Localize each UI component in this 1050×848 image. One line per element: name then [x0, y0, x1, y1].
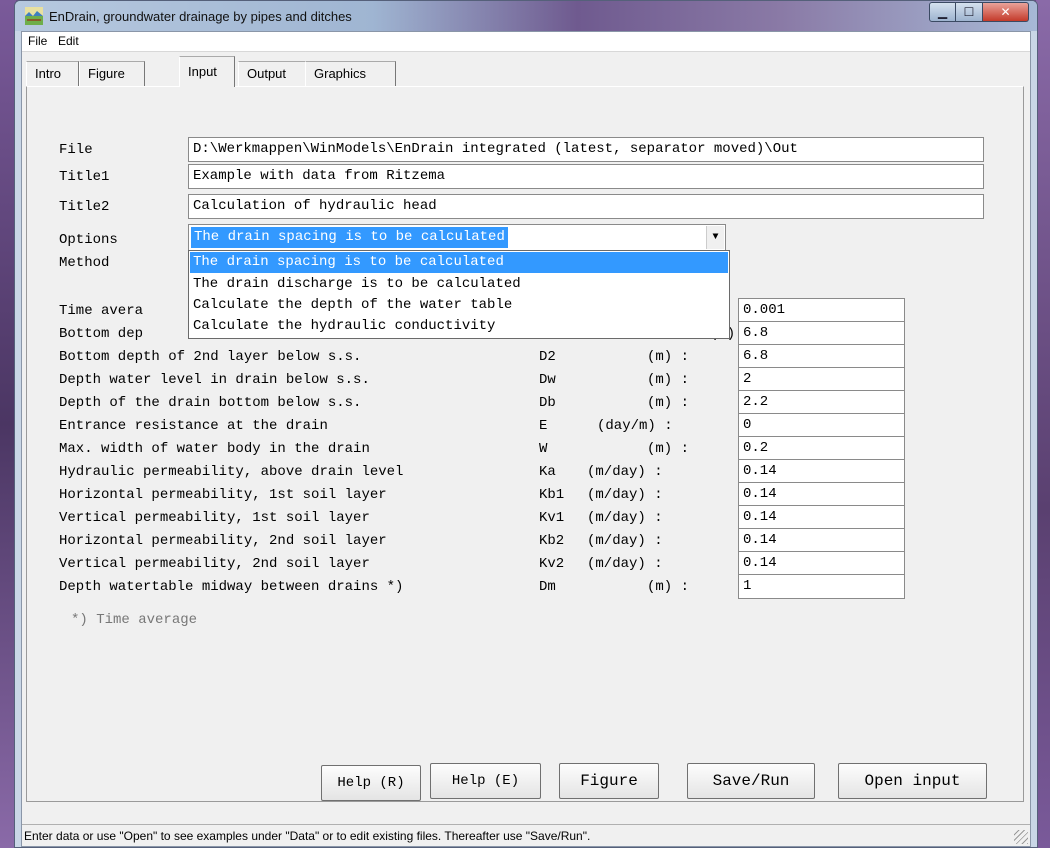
window-title: EnDrain, groundwater drainage by pipes a… — [49, 9, 352, 24]
dropdown-option[interactable]: The drain spacing is to be calculated — [190, 252, 728, 273]
footnote: *) Time average — [71, 612, 198, 628]
param-unit: (m/day) : — [587, 464, 663, 480]
resize-grip-icon[interactable] — [1014, 830, 1028, 844]
param-symbol: E — [539, 418, 548, 434]
param-symbol: D2 — [539, 349, 556, 365]
options-dropdown-list: The drain spacing is to be calculated Th… — [188, 250, 730, 339]
dropdown-option[interactable]: Calculate the depth of the water table — [190, 295, 728, 316]
param-unit: (m/day) : — [587, 556, 663, 572]
param-label: Depth watertable midway between drains *… — [59, 579, 404, 595]
param-symbol: Db — [539, 395, 556, 411]
title1-label: Title1 — [59, 169, 110, 185]
chevron-down-icon[interactable]: ▼ — [706, 226, 724, 249]
status-bar: Enter data or use "Open" to see examples… — [22, 824, 1030, 846]
param-value-field[interactable]: 0.14 — [738, 551, 905, 576]
minimize-button[interactable]: ▁ — [929, 2, 956, 22]
param-unit: (day/m) : — [597, 418, 673, 434]
param-unit: (m) : — [647, 441, 690, 457]
param-label: Time avera — [59, 303, 144, 319]
param-symbol: Kb2 — [539, 533, 565, 549]
tab-input[interactable]: Input — [179, 56, 235, 87]
param-symbol: Kb1 — [539, 487, 565, 503]
param-symbol: Kv2 — [539, 556, 565, 572]
figure-button[interactable]: Figure — [559, 763, 659, 799]
param-unit: (m/day) : — [587, 510, 663, 526]
tab-graphics[interactable]: Graphics — [305, 61, 396, 86]
param-unit: (m/day) : — [587, 487, 663, 503]
param-value-field[interactable]: 0.14 — [738, 482, 905, 507]
options-selected-value: The drain spacing is to be calculated — [191, 227, 508, 248]
param-label: Depth water level in drain below s.s. — [59, 372, 370, 388]
param-label: Bottom depth of 2nd layer below s.s. — [59, 349, 362, 365]
param-symbol: Ka — [539, 464, 556, 480]
param-symbol: Kv1 — [539, 510, 565, 526]
save-run-button[interactable]: Save/Run — [687, 763, 815, 799]
menu-file[interactable]: File — [28, 34, 47, 48]
method-label: Method — [59, 255, 110, 271]
close-button[interactable]: ✕ — [983, 2, 1029, 22]
window-controls: ▁ ☐ ✕ — [929, 2, 1029, 22]
endrain-app-icon — [25, 7, 43, 25]
param-value-field[interactable]: 0.14 — [738, 459, 905, 484]
options-label: Options — [59, 232, 118, 248]
desktop-background-right — [1036, 0, 1050, 848]
param-label: Depth of the drain bottom below s.s. — [59, 395, 362, 411]
input-panel: File D:\Werkmappen\WinModels\EnDrain int… — [26, 86, 1024, 802]
title2-field[interactable]: Calculation of hydraulic head — [188, 194, 984, 219]
param-symbol: W — [539, 441, 548, 457]
param-label: Bottom dep — [59, 326, 144, 342]
param-unit: (m) : — [647, 349, 690, 365]
status-text: Enter data or use "Open" to see examples… — [24, 829, 591, 843]
param-value-field[interactable]: 0 — [738, 413, 905, 438]
tab-figure[interactable]: Figure — [79, 61, 145, 86]
param-label: Entrance resistance at the drain — [59, 418, 328, 434]
param-label: Vertical permeability, 2nd soil layer — [59, 556, 370, 572]
help-r-button[interactable]: Help (R) — [321, 765, 421, 801]
param-value-field[interactable]: 6.8 — [738, 321, 905, 346]
maximize-icon: ☐ — [963, 5, 975, 19]
param-label: Max. width of water body in the drain — [59, 441, 370, 457]
param-unit: (m) : — [647, 372, 690, 388]
close-icon: ✕ — [1000, 5, 1011, 19]
client-area: File Edit Intro Figure Input Output Grap… — [21, 31, 1031, 847]
dropdown-option[interactable]: The drain discharge is to be calculated — [190, 274, 728, 295]
file-label: File — [59, 142, 93, 158]
param-unit: (m) : — [647, 395, 690, 411]
file-field[interactable]: D:\Werkmappen\WinModels\EnDrain integrat… — [188, 137, 984, 162]
param-symbol: Dm — [539, 579, 556, 595]
param-value-field[interactable]: 2 — [738, 367, 905, 392]
param-value-field[interactable]: 2.2 — [738, 390, 905, 415]
param-label: Horizontal permeability, 2nd soil layer — [59, 533, 387, 549]
param-unit: (m) : — [647, 579, 690, 595]
param-value-field[interactable]: 0.2 — [738, 436, 905, 461]
param-value-field[interactable]: 1 — [738, 574, 905, 599]
menu-bar: File Edit — [22, 32, 1030, 52]
tab-intro[interactable]: Intro — [26, 61, 79, 86]
param-value-field[interactable]: 0.14 — [738, 505, 905, 530]
param-label: Vertical permeability, 1st soil layer — [59, 510, 370, 526]
open-input-button[interactable]: Open input — [838, 763, 987, 799]
title2-label: Title2 — [59, 199, 110, 215]
minimize-icon: ▁ — [937, 5, 948, 19]
param-label: Horizontal permeability, 1st soil layer — [59, 487, 387, 503]
app-window: EnDrain, groundwater drainage by pipes a… — [14, 0, 1038, 848]
param-value-field[interactable]: 0.14 — [738, 528, 905, 553]
param-value-field[interactable]: 6.8 — [738, 344, 905, 369]
param-symbol: Dw — [539, 372, 556, 388]
tab-output[interactable]: Output — [238, 61, 306, 86]
maximize-button[interactable]: ☐ — [956, 2, 983, 22]
title1-field[interactable]: Example with data from Ritzema — [188, 164, 984, 189]
dropdown-option[interactable]: Calculate the hydraulic conductivity — [190, 316, 728, 337]
options-select[interactable]: The drain spacing is to be calculated ▼ — [188, 224, 726, 251]
param-unit: (m/day) : — [587, 533, 663, 549]
title-bar[interactable]: EnDrain, groundwater drainage by pipes a… — [15, 1, 1037, 31]
param-value-field[interactable]: 0.001 — [738, 298, 905, 323]
help-e-button[interactable]: Help (E) — [430, 763, 541, 799]
menu-edit[interactable]: Edit — [58, 34, 79, 48]
param-label: Hydraulic permeability, above drain leve… — [59, 464, 404, 480]
